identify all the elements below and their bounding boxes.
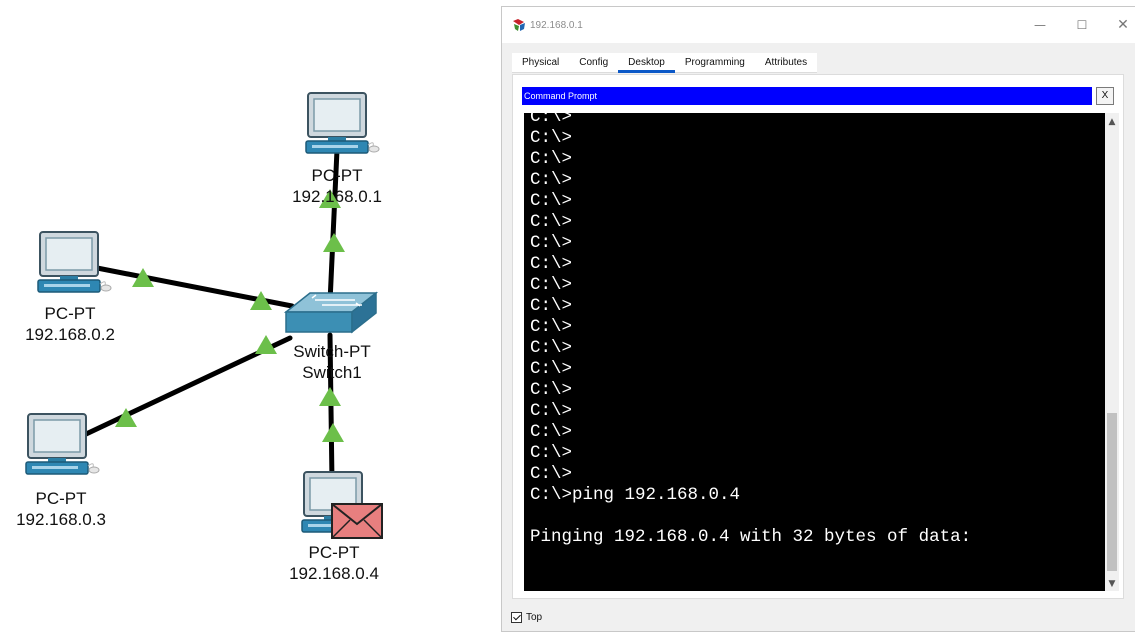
device-type: Switch-PT [293, 342, 371, 361]
pc4-label: PC-PT 192.168.0.4 [289, 542, 379, 584]
tab-physical[interactable]: Physical [512, 53, 570, 73]
tab-config[interactable]: Config [569, 53, 619, 73]
maximize-button[interactable]: ☐ [1072, 15, 1092, 35]
command-prompt-close-button[interactable]: X [1096, 87, 1114, 105]
window-title: 192.168.0.1 [530, 20, 583, 31]
pc-icon[interactable] [305, 92, 380, 154]
switch-label: Switch-PT Switch1 [293, 341, 370, 383]
device-name: Switch1 [302, 363, 362, 382]
ip-address: 192.168.0.4 [289, 564, 379, 583]
packet-tracer-app-icon [513, 19, 525, 31]
device-type: PC-PT [35, 489, 87, 508]
ip-address: 192.168.0.2 [25, 325, 115, 344]
device-type: PC-PT [44, 304, 96, 323]
device-type: PC-PT [308, 543, 360, 562]
ip-address: 192.168.0.3 [16, 510, 106, 529]
tab-desktop[interactable]: Desktop [618, 53, 675, 73]
ip-address: 192.168.0.1 [292, 187, 382, 206]
link-status-up-icon [323, 233, 345, 252]
command-prompt-terminal[interactable]: C:\> C:\> C:\> C:\> C:\> C:\> C:\> C:\> … [524, 113, 1105, 591]
terminal-scrollbar[interactable]: ▲ ▼ [1105, 113, 1119, 591]
command-prompt-header: Command Prompt [522, 87, 1092, 105]
pc-icon[interactable] [25, 413, 100, 475]
pc2-label: PC-PT 192.168.0.2 [25, 303, 115, 345]
pdu-envelope-icon[interactable] [331, 503, 383, 539]
top-option[interactable]: Top [511, 610, 542, 624]
scroll-down-arrow-icon[interactable]: ▼ [1105, 577, 1119, 591]
tab-attributes[interactable]: Attributes [754, 53, 818, 73]
pc1-label: PC-PT 192.168.0.1 [292, 165, 382, 207]
tab-programming[interactable]: Programming [674, 53, 755, 73]
top-checkbox[interactable] [511, 611, 522, 623]
link-status-up-icon [322, 423, 344, 442]
link-status-up-icon [319, 387, 341, 406]
top-checkbox-label: Top [526, 611, 543, 623]
device-window: 192.168.0.1 — ☐ ✕ Physical Config Deskto… [501, 6, 1135, 632]
title-bar[interactable]: 192.168.0.1 — ☐ ✕ [502, 7, 1135, 43]
scroll-thumb[interactable] [1107, 413, 1117, 571]
tab-bar: Physical Config Desktop Programming Attr… [512, 53, 818, 73]
pc-icon[interactable] [37, 231, 112, 293]
network-topology-canvas[interactable]: PC-PT 192.168.0.1 PC-PT 192.168.0.2 PC-P… [0, 0, 500, 632]
minimize-button[interactable]: — [1030, 15, 1050, 35]
switch-icon[interactable] [283, 291, 379, 334]
pc3-label: PC-PT 192.168.0.3 [16, 488, 106, 530]
scroll-up-arrow-icon[interactable]: ▲ [1105, 115, 1119, 129]
close-button[interactable]: ✕ [1113, 15, 1133, 35]
device-type: PC-PT [311, 166, 363, 185]
terminal-output: C:\> C:\> C:\> C:\> C:\> C:\> C:\> C:\> … [530, 113, 972, 547]
